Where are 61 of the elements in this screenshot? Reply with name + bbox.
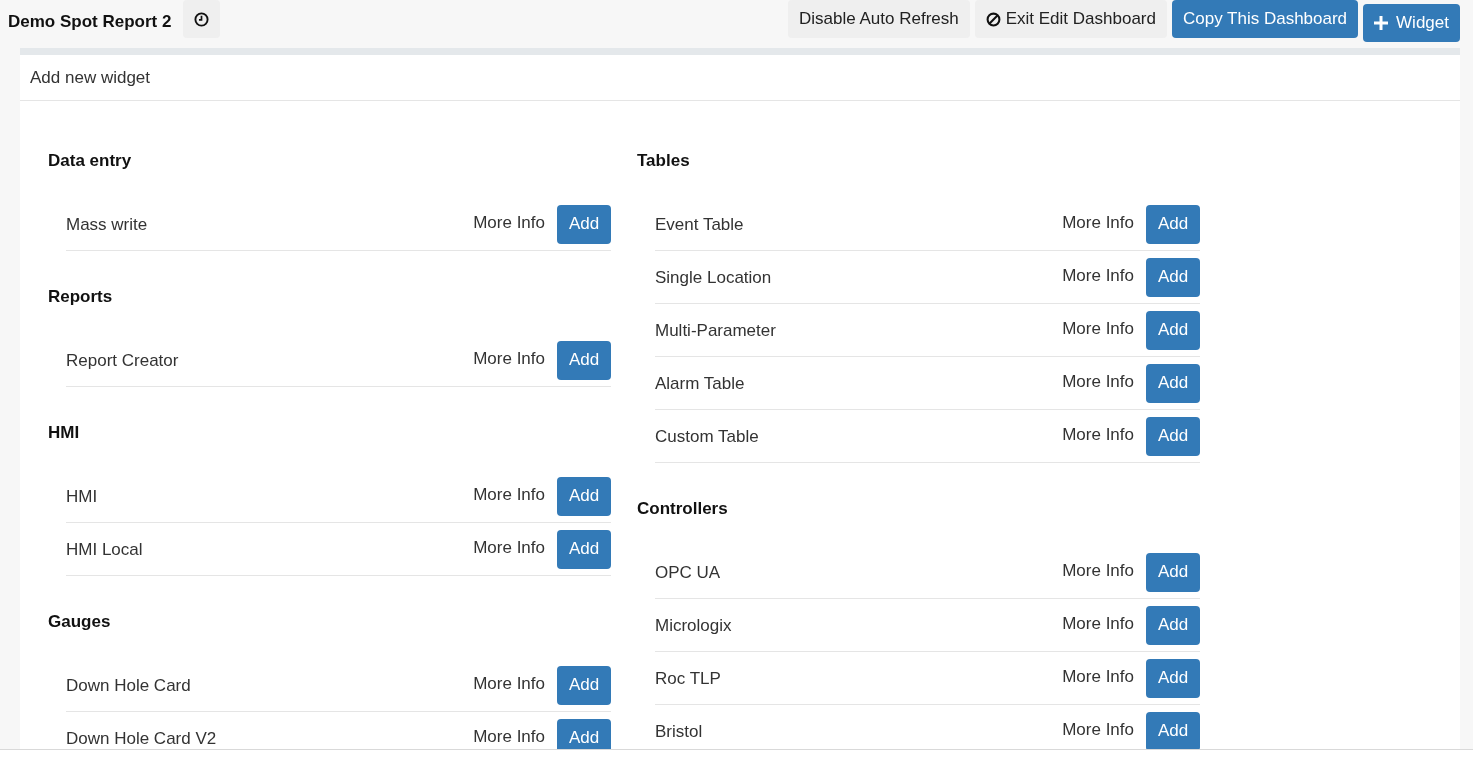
panel-title: Add new widget	[30, 66, 151, 89]
add-button[interactable]: Add	[1146, 310, 1200, 350]
widget-name: OPC UA	[655, 561, 721, 584]
dashboard-title: Demo Spot Report 2	[8, 11, 172, 33]
more-info-link[interactable]: More Info	[1062, 262, 1134, 289]
disable-refresh-button[interactable]: Disable Auto Refresh	[788, 0, 970, 38]
clock-icon	[194, 11, 210, 27]
more-info-link[interactable]: More Info	[1062, 421, 1134, 448]
section-heading: Reports	[48, 287, 114, 307]
add-button[interactable]: Add	[1146, 363, 1200, 403]
add-button[interactable]: Add	[1146, 605, 1200, 645]
add-button[interactable]: Add	[557, 340, 611, 380]
section-heading: Gauges	[48, 612, 112, 632]
more-info-link[interactable]: More Info	[1062, 557, 1134, 584]
more-info-link[interactable]: More Info	[1062, 610, 1134, 637]
widget-name: Event Table	[655, 213, 744, 236]
clock-button[interactable]	[183, 0, 221, 38]
add-button[interactable]: Add	[1146, 711, 1200, 749]
exit-edit-button[interactable]: Exit Edit Dashboard	[974, 0, 1167, 38]
ban-icon	[985, 11, 1001, 27]
add-button[interactable]: Add	[1146, 204, 1200, 244]
add-widget-button[interactable]: Widget	[1363, 4, 1460, 42]
more-info-link[interactable]: More Info	[473, 723, 545, 749]
add-button[interactable]: Add	[1146, 658, 1200, 698]
widget-name: Micrologix	[655, 614, 732, 637]
add-button[interactable]: Add	[1146, 416, 1200, 456]
more-info-link[interactable]: More Info	[1062, 368, 1134, 395]
section-heading: HMI	[48, 423, 81, 443]
widget-name: Roc TLP	[655, 667, 721, 690]
widget-name: Single Location	[655, 266, 772, 289]
more-info-link[interactable]: More Info	[473, 670, 545, 697]
plus-icon	[1374, 16, 1389, 30]
widget-name: HMI	[66, 485, 98, 508]
more-info-link[interactable]: More Info	[473, 345, 545, 372]
more-info-link[interactable]: More Info	[473, 209, 545, 236]
more-info-link[interactable]: More Info	[1062, 209, 1134, 236]
section-heading: Controllers	[637, 499, 729, 519]
add-button[interactable]: Add	[1146, 257, 1200, 297]
widget-name: Down Hole Card V2	[66, 727, 217, 749]
more-info-link[interactable]: More Info	[1062, 716, 1134, 743]
add-button[interactable]: Add	[557, 204, 611, 244]
more-info-link[interactable]: More Info	[1062, 663, 1134, 690]
more-info-link[interactable]: More Info	[473, 534, 545, 561]
widget-name: HMI Local	[66, 538, 143, 561]
widget-name: Mass write	[66, 213, 148, 236]
section-heading: Tables	[637, 151, 691, 171]
add-button[interactable]: Add	[1146, 552, 1200, 592]
widget-name: Custom Table	[655, 425, 759, 448]
widget-name: Bristol	[655, 720, 703, 743]
add-button[interactable]: Add	[557, 476, 611, 516]
widget-name: Multi-Parameter	[655, 319, 776, 342]
add-button[interactable]: Add	[557, 718, 611, 749]
widget-name: Report Creator	[66, 349, 179, 372]
add-button[interactable]: Add	[557, 665, 611, 705]
more-info-link[interactable]: More Info	[473, 481, 545, 508]
widget-name: Down Hole Card	[66, 674, 191, 697]
widget-name: Alarm Table	[655, 372, 745, 395]
more-info-link[interactable]: More Info	[1062, 315, 1134, 342]
add-button[interactable]: Add	[557, 529, 611, 569]
copy-dashboard-button[interactable]: Copy This Dashboard	[1171, 0, 1359, 38]
section-heading: Data entry	[48, 151, 133, 171]
